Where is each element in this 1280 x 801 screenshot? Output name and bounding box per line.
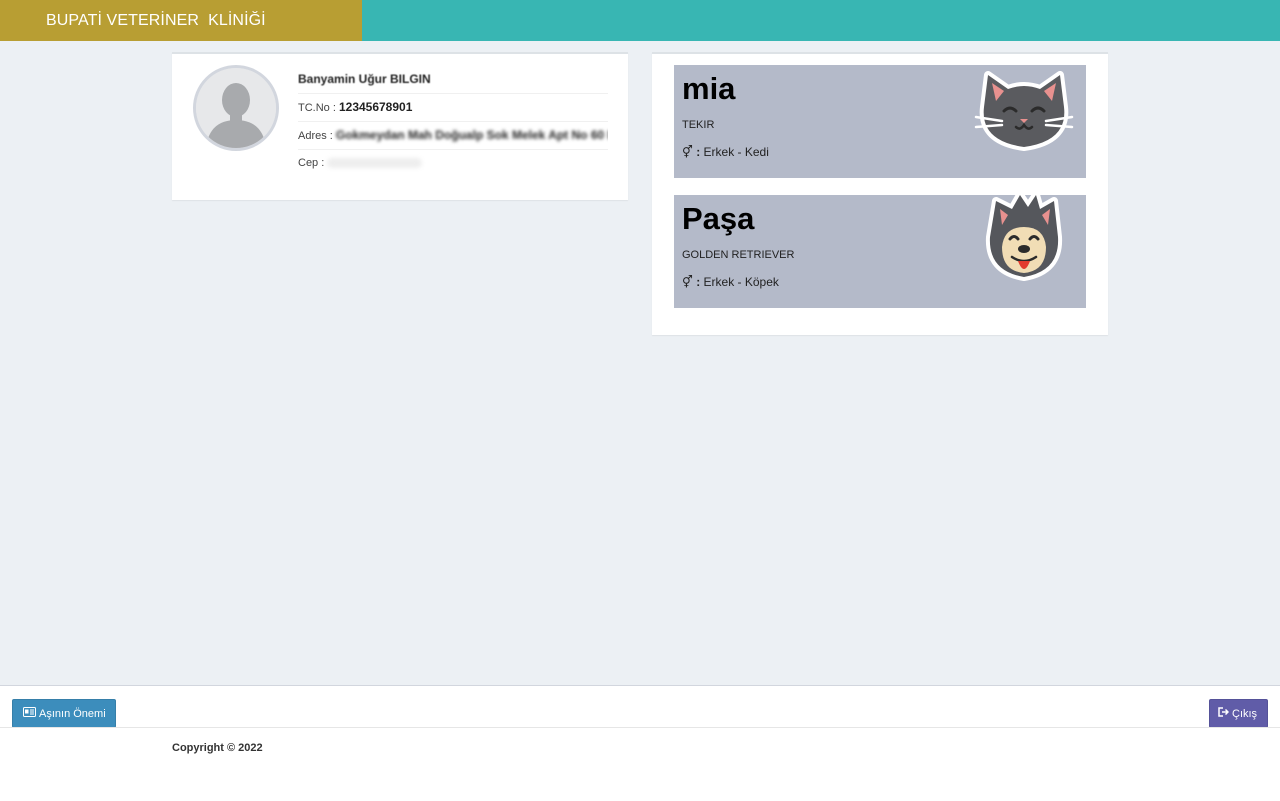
copyright-text: Copyright © 2022 (172, 742, 263, 754)
dog-face-icon (974, 187, 1074, 281)
owner-name-row: Banyamin Uğur BILGIN (298, 66, 608, 94)
address-value: Gokmeydan Mah Doğualp Sok Melek Apt No 6… (335, 128, 608, 142)
owner-card: Banyamin Uğur BILGIN TC.No : 12345678901… (172, 52, 628, 200)
pet-gender: ⚥ : Erkek - Köpek (682, 275, 779, 289)
top-navbar: BUPATİ VETERİNER KLİNİĞİ (0, 0, 1280, 41)
pet-gender: ⚥ : Erkek - Kedi (682, 145, 769, 159)
pet-name: Paşa (682, 201, 755, 236)
owner-name: Banyamin Uğur BILGIN (298, 72, 431, 86)
footer: Aşının Önemi Çıkış Copyright © 2022 (0, 685, 1280, 801)
phone-label: Cep : (298, 157, 325, 169)
pet-breed: TEKIR (682, 119, 715, 131)
owner-info-list: Banyamin Uğur BILGIN TC.No : 12345678901… (298, 66, 608, 177)
brand-title[interactable]: BUPATİ VETERİNER KLİNİĞİ (0, 0, 362, 41)
cat-face-icon (974, 67, 1074, 153)
owner-address-row: Adres : Gokmeydan Mah Doğualp Sok Melek … (298, 122, 608, 150)
pets-card: mia TEKIR ⚥ : Erkek - Kedi Paşa GOLDEN R… (652, 52, 1108, 335)
vaccine-importance-button[interactable]: Aşının Önemi (12, 699, 116, 728)
tc-label: TC.No : (298, 102, 336, 114)
gender-icon: ⚥ (682, 145, 693, 159)
id-card-icon (23, 700, 36, 729)
pet-gender-species: Erkek - Köpek (703, 275, 779, 289)
pet-card[interactable]: mia TEKIR ⚥ : Erkek - Kedi (674, 65, 1086, 178)
logout-label: Çıkış (1232, 708, 1258, 720)
sign-out-icon (1218, 700, 1230, 729)
address-label: Adres : (298, 130, 333, 142)
footer-divider (0, 727, 1280, 728)
owner-tc-row: TC.No : 12345678901 (298, 94, 608, 122)
gender-icon: ⚥ (682, 275, 693, 289)
user-silhouette-icon (193, 65, 279, 151)
pet-name: mia (682, 71, 736, 106)
logout-button[interactable]: Çıkış (1209, 699, 1268, 728)
pet-card[interactable]: Paşa GOLDEN RETRIEVER ⚥ : Erkek - Köpek (674, 191, 1086, 308)
tc-value: 12345678901 (338, 100, 413, 114)
gender-separator: : (696, 145, 701, 159)
owner-phone-row: Cep : (298, 150, 608, 177)
vaccine-importance-label: Aşının Önemi (39, 708, 106, 720)
gender-separator: : (696, 275, 701, 289)
phone-redacted (327, 158, 423, 169)
pet-gender-species: Erkek - Kedi (703, 145, 769, 159)
pet-breed: GOLDEN RETRIEVER (682, 249, 795, 261)
